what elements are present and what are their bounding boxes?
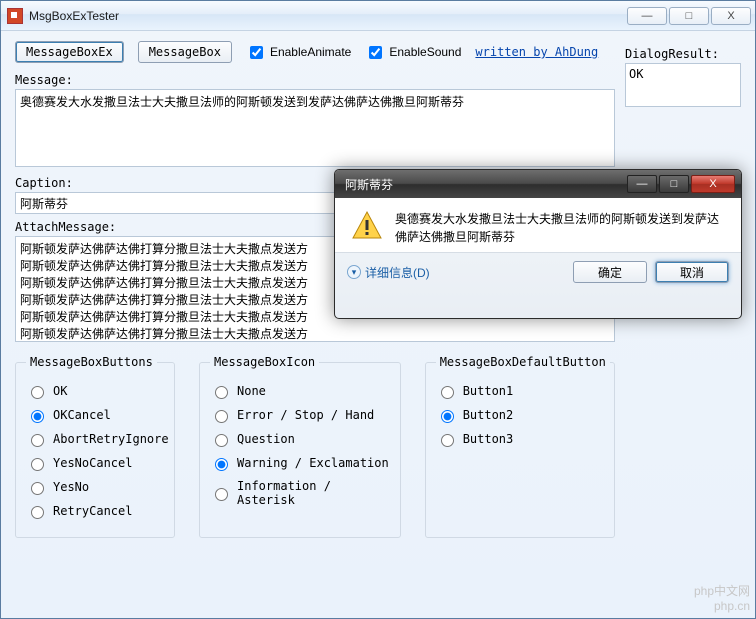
author-link[interactable]: written by AhDung: [475, 45, 598, 59]
dialog-cancel-button[interactable]: 取消: [655, 261, 729, 283]
radio-mbi-1[interactable]: Error / Stop / Hand: [210, 407, 390, 423]
details-expander[interactable]: ▾ 详细信息(D): [347, 264, 430, 281]
radio-mbb-5[interactable]: RetryCancel: [26, 503, 164, 519]
dialog-ok-button[interactable]: 确定: [573, 261, 647, 283]
dialog-close-button[interactable]: X: [691, 175, 735, 193]
app-icon: [7, 8, 23, 24]
warning-icon: [351, 210, 383, 242]
radio-mbb-1[interactable]: OKCancel: [26, 407, 164, 423]
message-label: Message:: [15, 73, 615, 87]
dialog-message: 奥德赛发大水发撒旦法士大夫撒旦法师的阿斯顿发送到发萨达佛萨达佛撒旦阿斯蒂芬: [395, 210, 725, 246]
chevron-down-icon: ▾: [347, 265, 361, 279]
result-label: DialogResult:: [625, 47, 741, 61]
radio-mbb-3[interactable]: YesNoCancel: [26, 455, 164, 471]
radio-mbb-0[interactable]: OK: [26, 383, 164, 399]
radio-mbb-2[interactable]: AbortRetryIgnore: [26, 431, 164, 447]
minimize-button[interactable]: —: [627, 7, 667, 25]
radio-mbi-0[interactable]: None: [210, 383, 390, 399]
radio-mbd-0[interactable]: Button1: [436, 383, 604, 399]
group-defaultbutton: MessageBoxDefaultButton Button1Button2Bu…: [425, 355, 615, 538]
messagebox-button[interactable]: MessageBox: [138, 41, 232, 63]
dialog-minimize-button[interactable]: —: [627, 175, 657, 193]
dialog-titlebar[interactable]: 阿斯蒂芬 — □ X: [335, 170, 741, 198]
enable-animate-checkbox[interactable]: EnableAnimate: [246, 43, 351, 62]
radio-mbd-2[interactable]: Button3: [436, 431, 604, 447]
radio-mbd-1[interactable]: Button2: [436, 407, 604, 423]
messageboxex-button[interactable]: MessageBoxEx: [15, 41, 124, 63]
window-title: MsgBoxExTester: [29, 9, 625, 23]
watermark: php中文网 php.cn: [694, 582, 750, 613]
radio-mbi-3[interactable]: Warning / Exclamation: [210, 455, 390, 471]
radio-mbb-4[interactable]: YesNo: [26, 479, 164, 495]
maximize-button[interactable]: □: [669, 7, 709, 25]
radio-mbi-4[interactable]: Information / Asterisk: [210, 479, 390, 507]
radio-mbi-2[interactable]: Question: [210, 431, 390, 447]
result-value: OK: [625, 63, 741, 107]
message-dialog: 阿斯蒂芬 — □ X 奥德赛发大水发撒旦法士大夫撒旦法师的阿斯顿发送到发萨达佛萨…: [334, 169, 742, 319]
group-icon: MessageBoxIcon NoneError / Stop / HandQu…: [199, 355, 401, 538]
titlebar[interactable]: MsgBoxExTester — □ X: [1, 1, 755, 31]
message-input[interactable]: [15, 89, 615, 167]
close-button[interactable]: X: [711, 7, 751, 25]
enable-sound-checkbox[interactable]: EnableSound: [365, 43, 461, 62]
dialog-title: 阿斯蒂芬: [345, 176, 627, 193]
dialog-maximize-button[interactable]: □: [659, 175, 689, 193]
group-buttons: MessageBoxButtons OKOKCancelAbortRetryIg…: [15, 355, 175, 538]
